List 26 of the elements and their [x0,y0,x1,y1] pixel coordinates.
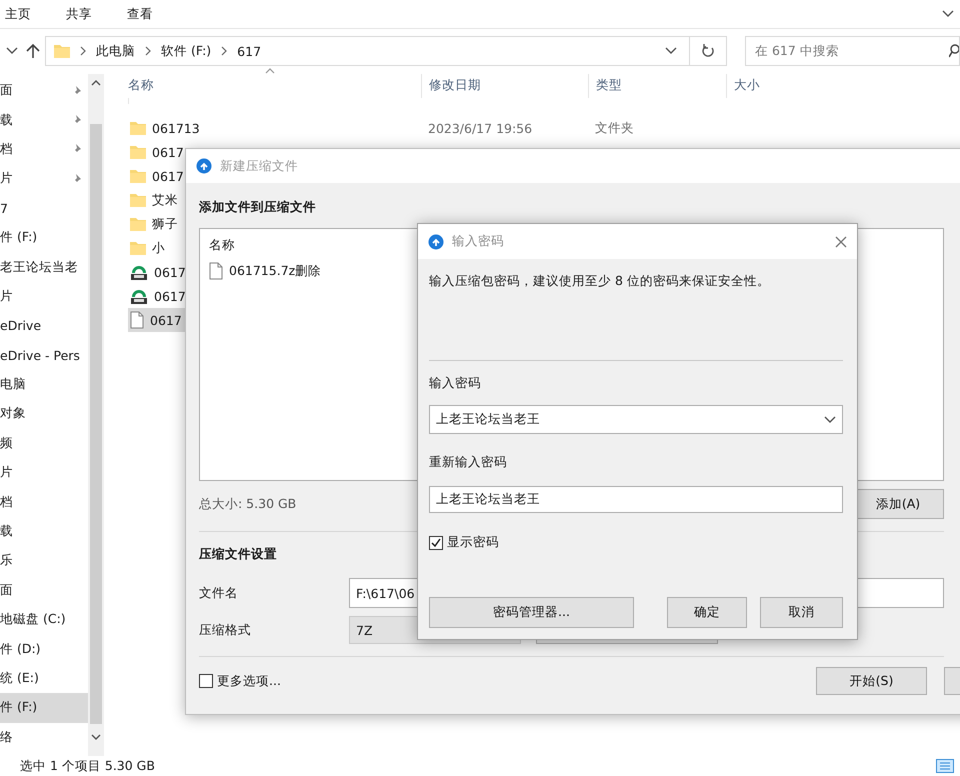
file-name: 0617 [152,144,184,160]
window-title: 输入密码 [452,233,504,250]
column-header: 名称 [209,237,235,254]
file-name: 0617 [154,288,186,304]
window-title: 新建压缩文件 [220,158,298,174]
checkbox-label: 更多选项... [217,672,281,690]
section-heading: 压缩文件设置 [199,546,278,563]
file-name: 小 [152,240,165,256]
field-label: 输入密码 [429,374,482,392]
modified-date: 2023/6/17 19:56 [427,120,534,136]
hint-text: 输入压缩包密码，建议使用至少 8 位的密码来保证安全性。 [429,272,771,290]
file-name: 狮子 [152,216,178,232]
file-name: 0617 [152,168,184,184]
file-name: 0617 [150,312,182,328]
file-name: 0617 [154,264,186,280]
section-heading: 添加文件到压缩文件 [199,199,317,216]
total-size: 总大小: 5.30 GB [199,496,296,512]
checkbox-label: 显示密码 [447,534,499,551]
file-type: 文件夹 [594,120,635,136]
status-text: 选中 1 个项目 5.30 GB [20,758,155,774]
file-name: 061713 [152,120,200,136]
field-label: 重新输入密码 [429,453,508,471]
file-name: 061715.7z删除 [229,262,322,280]
file-name: 艾米 [152,192,178,208]
field-label: 压缩格式 [199,622,252,638]
field-label: 文件名 [199,584,239,602]
